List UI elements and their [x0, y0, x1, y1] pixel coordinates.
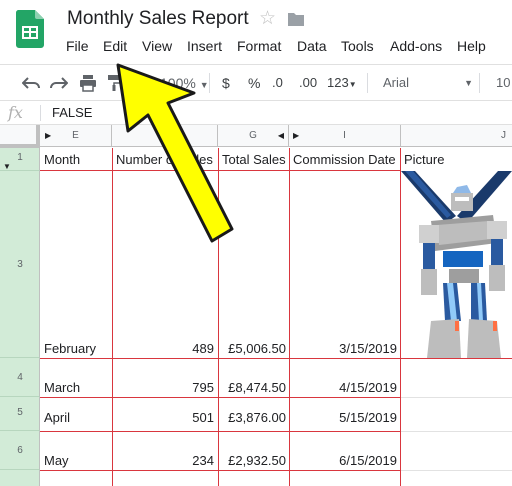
- chevron-down-icon: ▼: [348, 80, 357, 89]
- header-cell-commission-date[interactable]: Commission Date: [293, 152, 399, 168]
- chevron-down-icon: ▼: [464, 78, 473, 88]
- folder-icon[interactable]: [287, 11, 305, 27]
- undo-icon[interactable]: [22, 76, 40, 90]
- row-header-4[interactable]: 4: [0, 358, 40, 397]
- increase-decimal-button[interactable]: .00: [299, 73, 317, 93]
- cell-border: [40, 431, 401, 432]
- font-value: Arial: [383, 75, 410, 90]
- menu-help[interactable]: Help: [457, 37, 486, 55]
- column-collapse-icon: ▶: [45, 131, 52, 140]
- row-header-3[interactable]: 3: [0, 171, 40, 358]
- toolbar-divider: [367, 73, 368, 93]
- cell-number-of-sales[interactable]: 501: [114, 410, 214, 426]
- row-header-6[interactable]: 6: [0, 431, 40, 470]
- menu-data[interactable]: Data: [297, 37, 327, 55]
- menu-tools[interactable]: Tools: [341, 37, 374, 55]
- row-label: 4: [17, 372, 23, 383]
- cell-month[interactable]: March: [44, 380, 110, 396]
- cell-total-sales[interactable]: £2,932.50: [220, 453, 286, 469]
- toolbar-divider: [479, 73, 480, 93]
- cell-number-of-sales[interactable]: 234: [114, 453, 214, 469]
- grid-line: [401, 431, 512, 432]
- grid-line: [401, 397, 512, 398]
- cell-commission-date[interactable]: 4/15/2019: [291, 380, 397, 396]
- cell-total-sales[interactable]: £8,474.50: [220, 380, 286, 396]
- cell-month[interactable]: April: [44, 410, 110, 426]
- more-formats-label: 123: [327, 75, 349, 90]
- formula-divider: [40, 105, 41, 121]
- row-header-5[interactable]: 5: [0, 397, 40, 431]
- formula-input[interactable]: FALSE: [52, 105, 92, 120]
- more-formats-select[interactable]: 123▼: [327, 73, 357, 95]
- menu-file[interactable]: File: [66, 37, 89, 55]
- formula-bar: fx FALSE: [0, 101, 512, 125]
- cell-number-of-sales[interactable]: 489: [114, 341, 214, 357]
- column-header-j[interactable]: J: [401, 125, 512, 147]
- cell-border: [40, 470, 401, 471]
- font-select[interactable]: Arial ▼: [383, 73, 473, 93]
- column-label: G: [249, 130, 257, 141]
- column-expand-icon: ◀: [277, 131, 284, 140]
- column-collapse-icon: ▶: [293, 131, 300, 140]
- star-icon[interactable]: ☆: [259, 8, 276, 30]
- row-label: 3: [17, 259, 23, 270]
- select-all-corner[interactable]: [0, 125, 40, 148]
- fx-icon: fx: [8, 103, 23, 122]
- sheets-logo-icon[interactable]: [16, 10, 44, 48]
- header-cell-picture[interactable]: Picture: [404, 152, 510, 168]
- cell-total-sales[interactable]: £5,006.50: [220, 341, 286, 357]
- redo-icon[interactable]: [50, 76, 68, 90]
- menu-insert[interactable]: Insert: [187, 37, 222, 55]
- row-header-1[interactable]: 1 ▼: [0, 148, 40, 171]
- toolbar: 100% ▼ $ % .0 .00 123▼ Arial ▼ 10: [0, 64, 512, 101]
- row-header-7[interactable]: [0, 470, 40, 486]
- menu-addons[interactable]: Add-ons: [390, 37, 442, 55]
- robot-picture[interactable]: [401, 171, 512, 358]
- font-size-select[interactable]: 10: [496, 73, 510, 93]
- cell-commission-date[interactable]: 6/15/2019: [291, 453, 397, 469]
- column-label: E: [72, 130, 79, 141]
- decrease-decimal-button[interactable]: .0: [272, 73, 283, 93]
- row-label: 6: [17, 445, 23, 456]
- cell-border: [289, 148, 290, 486]
- cell-border: [40, 397, 401, 398]
- cell-commission-date[interactable]: 5/15/2019: [291, 410, 397, 426]
- menu-edit[interactable]: Edit: [103, 37, 127, 55]
- cell-total-sales[interactable]: £3,876.00: [220, 410, 286, 426]
- menu-format[interactable]: Format: [237, 37, 281, 55]
- cell-number-of-sales[interactable]: 795: [114, 380, 214, 396]
- yellow-arrow-annotation: [116, 63, 234, 243]
- cell-month[interactable]: February: [44, 341, 110, 357]
- menu-view[interactable]: View: [142, 37, 172, 55]
- column-header-i[interactable]: ▶ I: [289, 125, 401, 147]
- cell-month[interactable]: May: [44, 453, 110, 469]
- row-collapse-icon: ▼: [3, 162, 11, 171]
- grid-line: [401, 470, 512, 471]
- cell-commission-date[interactable]: 3/15/2019: [291, 341, 397, 357]
- document-title[interactable]: Monthly Sales Report: [67, 8, 249, 30]
- print-icon[interactable]: [79, 74, 97, 92]
- row-label: 5: [17, 407, 23, 418]
- cell-border: [40, 358, 512, 359]
- column-label: J: [501, 130, 506, 141]
- column-label: I: [343, 130, 346, 141]
